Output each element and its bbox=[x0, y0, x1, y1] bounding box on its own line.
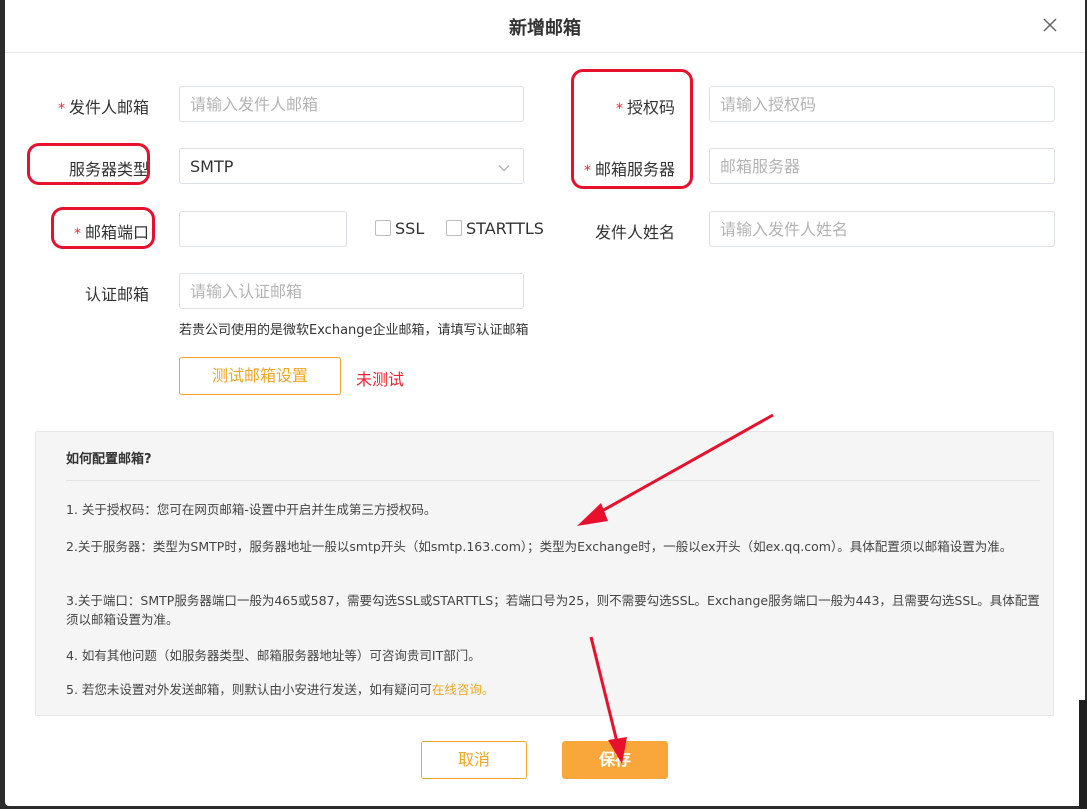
cancel-button[interactable]: 取消 bbox=[421, 741, 527, 779]
help-item-5: 5. 若您未设置对外发送邮箱，则默认由小安进行发送，如有疑问可在线咨询。 bbox=[66, 680, 1041, 699]
help-item: 4. 如有其他问题（如服务器类型、邮箱服务器地址等）可咨询贵司IT部门。 bbox=[66, 648, 481, 663]
auth-email-hint: 若贵公司使用的是微软Exchange企业邮箱，请填写认证邮箱 bbox=[179, 323, 529, 338]
starttls-checkbox[interactable] bbox=[446, 220, 462, 236]
help-item: 2.关于服务器：类型为SMTP时，服务器地址一般以smtp开头（如smtp.16… bbox=[66, 539, 1013, 554]
help-item-5-text: 5. 若您未设置对外发送邮箱，则默认由小安进行发送，如有疑问可 bbox=[66, 682, 432, 697]
help-title: 如何配置邮箱? bbox=[66, 452, 152, 467]
online-consult-link[interactable]: 在线咨询。 bbox=[432, 682, 495, 697]
mail-server-input[interactable] bbox=[709, 148, 1055, 184]
required-mark: * bbox=[57, 101, 65, 117]
mail-port-label-text: 邮箱端口 bbox=[84, 223, 149, 242]
help-item: 1. 关于授权码：您可在网页邮箱-设置中开启并生成第三方授权码。 bbox=[66, 502, 437, 517]
close-icon[interactable] bbox=[1039, 14, 1061, 36]
sender-email-label-text: 发件人邮箱 bbox=[68, 98, 149, 117]
auth-code-input[interactable] bbox=[709, 86, 1055, 122]
sender-email-input[interactable] bbox=[179, 86, 524, 122]
auth-code-label-text: 授权码 bbox=[626, 98, 675, 117]
required-mark: * bbox=[583, 163, 591, 179]
sender-name-input[interactable] bbox=[709, 211, 1055, 247]
server-type-value: SMTP bbox=[190, 157, 234, 176]
auth-code-label: * 授权码 bbox=[616, 94, 675, 118]
dialog-header: 新增邮箱 bbox=[5, 0, 1085, 53]
server-type-select[interactable]: SMTP bbox=[179, 148, 524, 184]
starttls-label: STARTTLS bbox=[466, 219, 544, 238]
ssl-checkbox[interactable] bbox=[375, 220, 391, 236]
mail-server-label-text: 邮箱服务器 bbox=[594, 160, 675, 179]
help-divider bbox=[66, 480, 1040, 481]
mail-port-input[interactable] bbox=[179, 211, 347, 247]
help-panel: 如何配置邮箱? 1. 关于授权码：您可在网页邮箱-设置中开启并生成第三方授权码。… bbox=[35, 431, 1054, 716]
required-mark: * bbox=[615, 101, 623, 117]
test-status: 未测试 bbox=[356, 370, 405, 389]
scrollbar[interactable] bbox=[1079, 700, 1087, 809]
required-mark: * bbox=[73, 226, 81, 242]
chevron-down-icon bbox=[497, 160, 511, 174]
server-type-label: 服务器类型 bbox=[68, 160, 149, 179]
help-item: 3.关于端口：SMTP服务器端口一般为465或587，需要勾选SSL或START… bbox=[66, 593, 1040, 627]
mail-port-label: * 邮箱端口 bbox=[74, 219, 149, 243]
ssl-label: SSL bbox=[395, 219, 425, 238]
auth-email-input[interactable] bbox=[179, 273, 524, 309]
add-mailbox-dialog: 新增邮箱 *发件人邮箱 *授权码 服务器类型 SMTP *邮箱服务器 *邮箱端口… bbox=[5, 0, 1085, 806]
test-mailbox-settings-button[interactable]: 测试邮箱设置 bbox=[179, 357, 341, 395]
mail-server-label: * 邮箱服务器 bbox=[584, 156, 675, 180]
sender-email-label: * 发件人邮箱 bbox=[58, 94, 149, 118]
save-button[interactable]: 保存 bbox=[562, 741, 668, 779]
dialog-title: 新增邮箱 bbox=[509, 18, 581, 39]
sender-name-label: 发件人姓名 bbox=[594, 223, 675, 242]
auth-email-label: 认证邮箱 bbox=[84, 285, 149, 304]
